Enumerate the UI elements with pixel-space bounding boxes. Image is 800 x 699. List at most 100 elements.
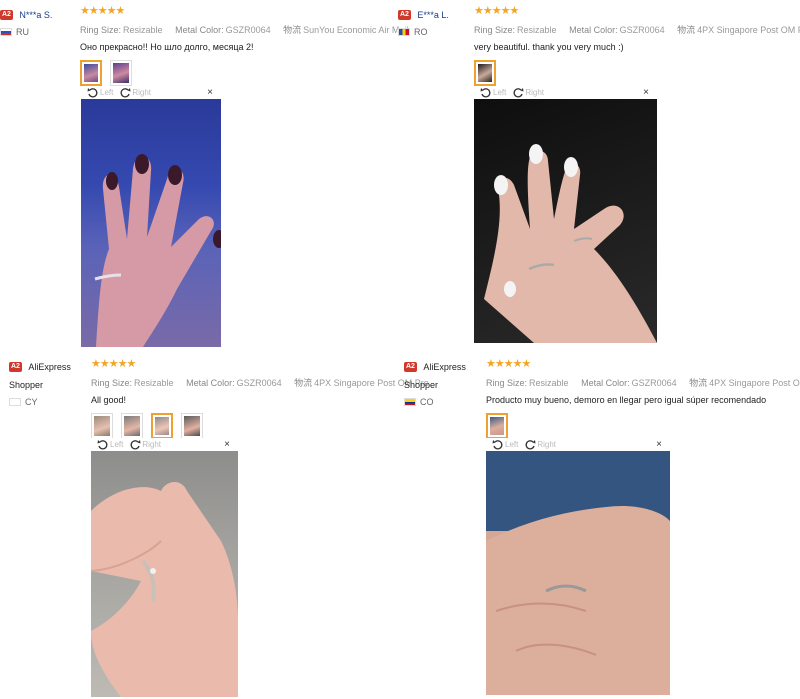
buyer-country: CO <box>404 397 482 407</box>
rotate-left-label: Left <box>493 88 507 97</box>
rotate-right-button[interactable]: Right <box>119 87 151 99</box>
rotate-right-label: Right <box>525 88 545 97</box>
buyer-country: RU <box>0 27 78 37</box>
buyer-name[interactable]: N***a S. <box>19 10 52 20</box>
buyer-level-badge: A2 <box>398 9 411 20</box>
attr-label: Ring Size: <box>474 25 516 35</box>
rotate-right-label: Right <box>537 440 557 449</box>
buyer-name[interactable]: E***a L. <box>417 10 449 20</box>
hand-illustration <box>91 481 238 697</box>
buyer-info: A2 E***a L. RO <box>398 6 476 37</box>
rotate-left-label: Left <box>100 88 114 97</box>
review-text: Оно прекрасно!! Но шло долго, месяца 2! <box>80 42 254 52</box>
photo-viewer: Left Right × <box>91 438 238 697</box>
thumbnail-image <box>84 64 98 82</box>
close-viewer-button[interactable]: × <box>224 438 230 451</box>
close-viewer-button[interactable]: × <box>207 86 213 99</box>
rotate-left-icon <box>97 439 108 449</box>
viewer-toolbar: Left Right × <box>81 86 221 99</box>
photo-thumbnails <box>474 60 800 86</box>
attr-color: GSZR0064 <box>225 25 271 35</box>
attr-color: GSZR0064 <box>631 378 677 388</box>
review-card: A2 AliExpress Shopper CY ★★★★★ Ring Size… <box>0 352 429 699</box>
attr-size: Resizable <box>134 378 174 388</box>
rotate-left-button[interactable]: Left <box>480 87 506 99</box>
thumbnail-image <box>124 416 140 436</box>
attr-label: Ring Size: <box>486 378 528 388</box>
close-viewer-button[interactable]: × <box>643 86 649 99</box>
rotate-left-button[interactable]: Left <box>87 87 113 99</box>
hand-illustration <box>94 154 221 347</box>
photo-thumbnail[interactable] <box>121 413 143 439</box>
attr-color: GSZR0064 <box>619 25 665 35</box>
review-photo <box>91 451 238 697</box>
review-photo <box>81 99 221 347</box>
attr-shipping: 4PX Singapore Post OM Pro <box>697 25 800 35</box>
buyer-level-badge: A2 <box>0 9 13 20</box>
photo-viewer: Left Right × <box>486 438 670 695</box>
review-card: A2 E***a L. RO ★★★★★ Ring Size: Resizable… <box>398 0 800 350</box>
buyer-level-badge: A2 <box>404 361 417 372</box>
rotate-right-button[interactable]: Right <box>512 87 544 99</box>
rotate-left-button[interactable]: Left <box>492 439 518 451</box>
attr-shipping: 4PX Singapore Post OM Pro <box>709 378 800 388</box>
attr-label: 物流 <box>294 378 313 388</box>
photo-thumbnail[interactable] <box>474 60 496 86</box>
review-text: Producto muy bueno, demoro en llegar per… <box>486 395 767 405</box>
photo-thumbnails <box>486 413 800 439</box>
review-content: ★★★★★ Ring Size: Resizable Metal Color: GS… <box>91 358 429 439</box>
rotate-right-label: Right <box>132 88 152 97</box>
attr-label: Ring Size: <box>80 25 122 35</box>
rotate-right-icon <box>513 87 524 97</box>
rotate-left-icon <box>492 439 503 449</box>
review-content: ★★★★★ Ring Size: Resizable Metal Color: GS… <box>486 358 800 439</box>
buyer-info: A2 AliExpress Shopper CO <box>404 358 482 407</box>
star-rating: ★★★★★ <box>486 358 531 370</box>
attr-color: GSZR0064 <box>236 378 282 388</box>
buyer-level-badge: A2 <box>9 361 22 372</box>
viewer-toolbar: Left Right × <box>91 438 238 451</box>
viewer-toolbar: Left Right × <box>486 438 670 451</box>
buyer-country: RO <box>398 27 476 37</box>
attr-label: Metal Color: <box>569 25 618 35</box>
attr-label: Ring Size: <box>91 378 133 388</box>
thumbnail-image <box>490 417 504 435</box>
review-card: A2 AliExpress Shopper CO ★★★★★ Ring Size… <box>398 352 800 699</box>
photo-thumbnail[interactable] <box>181 413 203 439</box>
review-text: very beautiful. thank you very much :) <box>474 42 624 52</box>
hand-illustration <box>486 451 670 695</box>
rotate-left-icon <box>87 87 98 97</box>
rotate-left-icon <box>480 87 491 97</box>
star-rating: ★★★★★ <box>80 5 125 17</box>
country-code: RU <box>16 27 29 37</box>
review-photo <box>486 451 670 695</box>
buyer-country: CY <box>9 397 87 407</box>
rotate-right-button[interactable]: Right <box>524 439 556 451</box>
star-rating: ★★★★★ <box>474 5 519 17</box>
attr-size: Resizable <box>123 25 163 35</box>
flag-icon <box>404 398 416 406</box>
attr-size: Resizable <box>517 25 557 35</box>
thumbnail-image <box>184 416 200 436</box>
review-photo <box>474 99 657 343</box>
attr-label: Metal Color: <box>186 378 235 388</box>
thumbnail-image <box>113 63 129 83</box>
rotate-right-button[interactable]: Right <box>129 439 161 451</box>
buyer-info: A2 AliExpress Shopper CY <box>9 358 87 407</box>
thumbnail-image <box>155 417 169 435</box>
attr-shipping: SunYou Economic Air Mail <box>303 25 409 35</box>
close-viewer-button[interactable]: × <box>656 438 662 451</box>
rotate-left-button[interactable]: Left <box>97 439 123 451</box>
photo-thumbnail[interactable] <box>486 413 508 439</box>
rotate-right-icon <box>120 87 131 97</box>
thumbnail-image <box>478 64 492 82</box>
product-attributes: Ring Size: Resizable Metal Color: GSZR0064… <box>80 23 408 36</box>
photo-thumbnail[interactable] <box>91 413 113 439</box>
flag-icon <box>398 28 410 36</box>
review-content: ★★★★★ Ring Size: Resizable Metal Color: GS… <box>80 5 408 86</box>
country-code: CY <box>25 397 38 407</box>
photo-thumbnail[interactable] <box>110 60 132 86</box>
product-attributes: Ring Size: Resizable Metal Color: GSZR0064… <box>474 23 800 36</box>
photo-thumbnail[interactable] <box>80 60 102 86</box>
photo-thumbnail[interactable] <box>151 413 173 439</box>
